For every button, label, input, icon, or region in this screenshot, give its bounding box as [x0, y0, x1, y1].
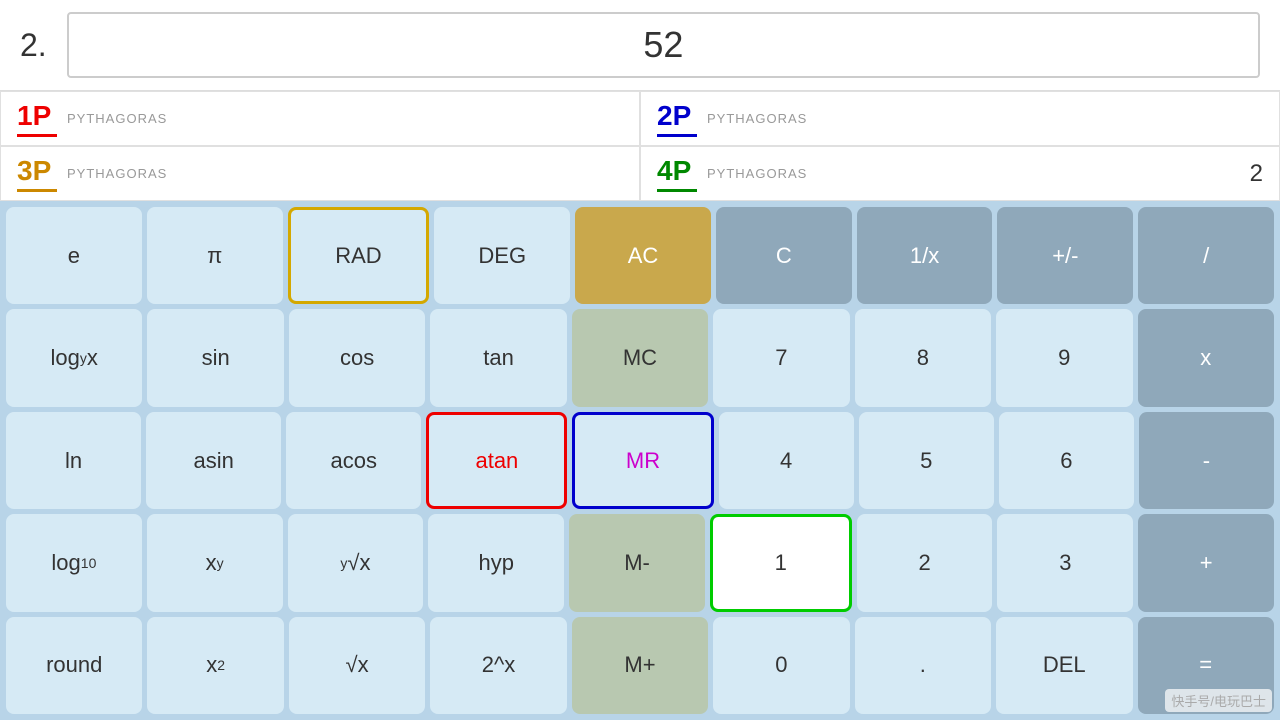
- panel-4p-id: 4P: [657, 155, 697, 187]
- e-button[interactable]: e: [6, 207, 142, 304]
- reciprocal-button[interactable]: 1/x: [857, 207, 993, 304]
- mr-button[interactable]: MR: [572, 412, 713, 509]
- calc-row-2: lnasinacosatanMR456-: [6, 412, 1274, 509]
- deg-button[interactable]: DEG: [434, 207, 570, 304]
- mc-button[interactable]: MC: [572, 309, 708, 406]
- top-section: 2. 52: [0, 0, 1280, 90]
- negate-button[interactable]: +/-: [997, 207, 1133, 304]
- calc-row-3: log10xyy√xhypM-123+: [6, 514, 1274, 611]
- panel-1p[interactable]: 1P PYTHAGORAS: [0, 91, 640, 146]
- xpowy-button[interactable]: xy: [147, 514, 283, 611]
- nine-button[interactable]: 9: [996, 309, 1132, 406]
- panel-3p[interactable]: 3P PYTHAGORAS: [0, 146, 640, 201]
- cos-button[interactable]: cos: [289, 309, 425, 406]
- one-button[interactable]: 1: [710, 514, 852, 611]
- ln-button[interactable]: ln: [6, 412, 141, 509]
- rad-button[interactable]: RAD: [288, 207, 430, 304]
- panel-2p-id: 2P: [657, 100, 697, 132]
- c-button[interactable]: C: [716, 207, 852, 304]
- answer-box[interactable]: 52: [67, 12, 1260, 78]
- hyp-button[interactable]: hyp: [428, 514, 564, 611]
- panel-1p-label: PYTHAGORAS: [67, 111, 167, 126]
- six-button[interactable]: 6: [999, 412, 1134, 509]
- pi-button[interactable]: π: [147, 207, 283, 304]
- calculator: eπRADDEGACC1/x+/-/logyxsincostanMC789xln…: [0, 201, 1280, 720]
- two-button[interactable]: 2: [857, 514, 993, 611]
- panel-3p-id: 3P: [17, 155, 57, 187]
- twopowx-button[interactable]: 2^x: [430, 617, 566, 714]
- watermark: 快手号/电玩巴士: [1165, 689, 1272, 712]
- atan-button[interactable]: atan: [426, 412, 567, 509]
- panel-4p-label: PYTHAGORAS: [707, 166, 807, 181]
- mminus-button[interactable]: M-: [569, 514, 705, 611]
- yroot-button[interactable]: y√x: [288, 514, 424, 611]
- panel-4p-value: 2: [1250, 160, 1263, 188]
- divide-button[interactable]: /: [1138, 207, 1274, 304]
- tan-button[interactable]: tan: [430, 309, 566, 406]
- panel-1p-id: 1P: [17, 100, 57, 132]
- acos-button[interactable]: acos: [286, 412, 421, 509]
- minus-button[interactable]: -: [1139, 412, 1274, 509]
- square-button[interactable]: x2: [147, 617, 283, 714]
- eight-button[interactable]: 8: [855, 309, 991, 406]
- decimal-button[interactable]: .: [855, 617, 991, 714]
- sqrt-button[interactable]: √x: [289, 617, 425, 714]
- ac-button[interactable]: AC: [575, 207, 711, 304]
- logy-button[interactable]: logyx: [6, 309, 142, 406]
- multiply-button[interactable]: x: [1138, 309, 1274, 406]
- five-button[interactable]: 5: [859, 412, 994, 509]
- asin-button[interactable]: asin: [146, 412, 281, 509]
- seven-button[interactable]: 7: [713, 309, 849, 406]
- round-button[interactable]: round: [6, 617, 142, 714]
- log10-button[interactable]: log10: [6, 514, 142, 611]
- calc-row-4: roundx2√x2^xM+0.DEL=: [6, 617, 1274, 714]
- panel-2p-label: PYTHAGORAS: [707, 111, 807, 126]
- panels-section: 1P PYTHAGORAS 2P PYTHAGORAS 3P PYTHAGORA…: [0, 90, 1280, 201]
- sin-button[interactable]: sin: [147, 309, 283, 406]
- four-button[interactable]: 4: [719, 412, 854, 509]
- calc-row-0: eπRADDEGACC1/x+/-/: [6, 207, 1274, 304]
- zero-button[interactable]: 0: [713, 617, 849, 714]
- panel-4p[interactable]: 4P PYTHAGORAS 2: [640, 146, 1280, 201]
- question-number: 2.: [20, 27, 47, 64]
- plus-button[interactable]: +: [1138, 514, 1274, 611]
- three-button[interactable]: 3: [997, 514, 1133, 611]
- del-button[interactable]: DEL: [996, 617, 1132, 714]
- panel-3p-label: PYTHAGORAS: [67, 166, 167, 181]
- calc-row-1: logyxsincostanMC789x: [6, 309, 1274, 406]
- mplus-button[interactable]: M+: [572, 617, 708, 714]
- panel-2p[interactable]: 2P PYTHAGORAS: [640, 91, 1280, 146]
